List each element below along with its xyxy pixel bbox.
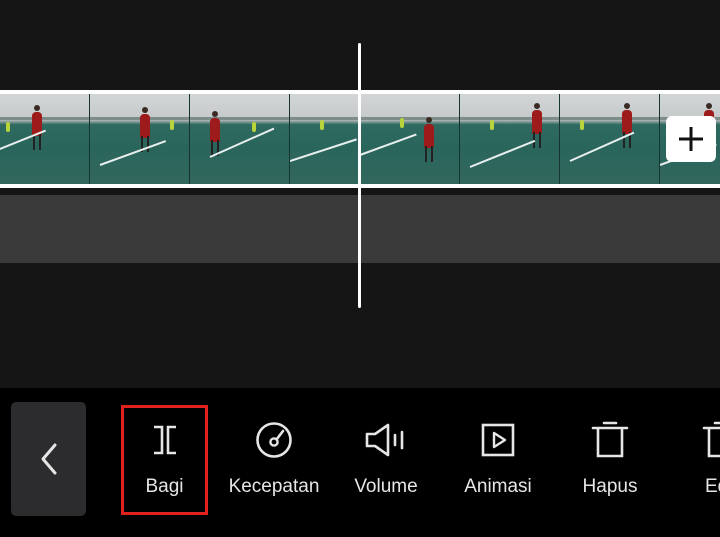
- playhead[interactable]: [358, 43, 361, 308]
- clip-thumbnail: [360, 94, 460, 184]
- tool-label: Hapus: [582, 476, 638, 497]
- tool-label: Kecepatan: [228, 476, 320, 497]
- animation-icon: [481, 423, 515, 457]
- clip-thumbnail: [190, 94, 290, 184]
- timeline-area[interactable]: [0, 0, 720, 388]
- clip-thumbnail: [290, 94, 358, 184]
- volume-icon: [365, 423, 404, 457]
- tool-speed[interactable]: Kecepatan: [218, 405, 330, 515]
- tool-label: Volume: [354, 476, 418, 497]
- tool-split[interactable]: Bagi: [121, 405, 208, 515]
- split-icon: [153, 425, 176, 455]
- speed-icon: [256, 422, 292, 458]
- clip-thumbnail: [0, 94, 90, 184]
- tool-volume[interactable]: Volume: [330, 405, 442, 515]
- tool-label: Animasi: [464, 476, 532, 497]
- tool-label: Ed: [705, 476, 720, 497]
- tool-delete[interactable]: Hapus: [554, 405, 666, 515]
- edit-icon: [702, 421, 720, 458]
- clip-thumbnail: [460, 94, 560, 184]
- clip-thumbnail: [560, 94, 660, 184]
- chevron-left-icon: [41, 443, 56, 475]
- tool-animation[interactable]: Animasi: [442, 405, 554, 515]
- tool-edit[interactable]: Ed: [666, 405, 720, 515]
- plus-icon: [679, 127, 703, 151]
- video-clip-1[interactable]: [0, 94, 358, 184]
- delete-icon: [591, 421, 629, 458]
- clip-thumbnail: [90, 94, 190, 184]
- tool-label: Bagi: [145, 476, 184, 497]
- back-button[interactable]: [11, 402, 86, 516]
- add-clip-button[interactable]: [666, 116, 716, 162]
